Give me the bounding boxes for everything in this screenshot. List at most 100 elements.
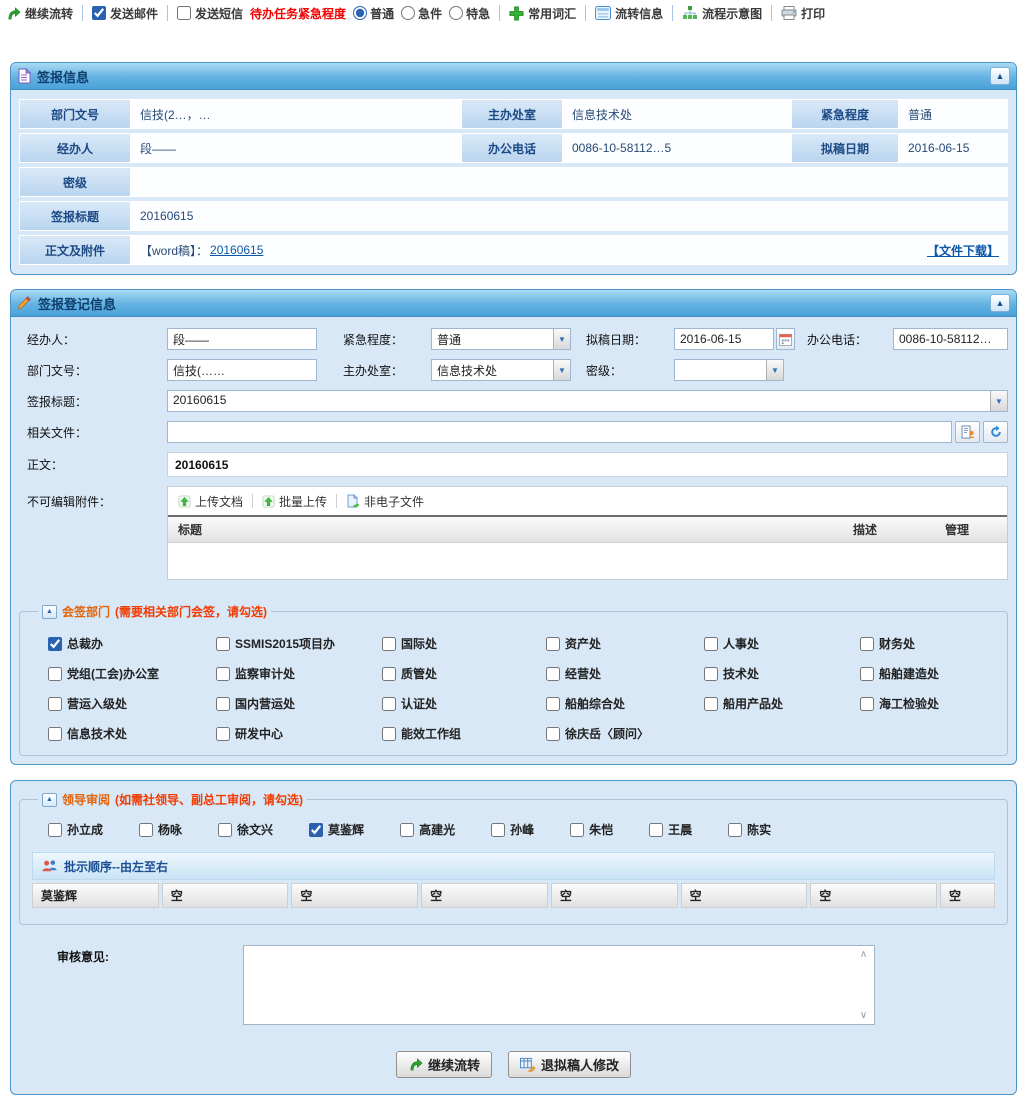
dept-checkbox-input[interactable] bbox=[704, 697, 718, 711]
leader-checkbox-input[interactable] bbox=[491, 823, 505, 837]
flow-diagram-button[interactable]: 流程示意图 bbox=[682, 5, 762, 22]
dept-checkbox-input[interactable] bbox=[216, 727, 230, 741]
dept-checkbox-input[interactable] bbox=[546, 697, 560, 711]
word-draft-link[interactable]: 20160615 bbox=[210, 243, 263, 257]
leader-checkbox-input[interactable] bbox=[309, 823, 323, 837]
leader-checkbox-input[interactable] bbox=[649, 823, 663, 837]
leader-checkbox-input[interactable] bbox=[400, 823, 414, 837]
dept-checkbox-input[interactable] bbox=[860, 637, 874, 651]
dept-checkbox[interactable]: 徐庆岳〈顾问〉 bbox=[546, 725, 704, 742]
dept-checkbox-input[interactable] bbox=[546, 667, 560, 681]
dept-checkbox[interactable]: 财务处 bbox=[860, 635, 999, 652]
dept-checkbox-input[interactable] bbox=[546, 637, 560, 651]
upload-doc-button[interactable]: 上传文档 bbox=[178, 493, 243, 510]
collapse-panel-button[interactable] bbox=[990, 294, 1010, 312]
flow-info-button[interactable]: 流转信息 bbox=[595, 5, 663, 22]
continue-flow-button[interactable]: 继续流转 bbox=[6, 5, 73, 22]
urgency-radio-extra-urgent[interactable]: 特急 bbox=[449, 5, 490, 22]
dept-checkbox-input[interactable] bbox=[216, 637, 230, 651]
leader-checkbox[interactable]: 孙立成 bbox=[48, 821, 103, 838]
dept-no-input[interactable] bbox=[167, 359, 317, 381]
common-words-button[interactable]: 常用词汇 bbox=[509, 5, 576, 22]
dept-checkbox-input[interactable] bbox=[704, 637, 718, 651]
dept-checkbox-input[interactable] bbox=[216, 667, 230, 681]
leader-checkbox-input[interactable] bbox=[139, 823, 153, 837]
dept-checkbox[interactable]: 质管处 bbox=[382, 665, 546, 682]
draft-date-input[interactable] bbox=[674, 328, 774, 350]
dept-checkbox-input[interactable] bbox=[382, 727, 396, 741]
collapse-section-button[interactable] bbox=[42, 605, 57, 619]
leader-checkbox-input[interactable] bbox=[728, 823, 742, 837]
dept-checkbox[interactable]: 船舶建造处 bbox=[860, 665, 999, 682]
print-button[interactable]: 打印 bbox=[781, 5, 825, 22]
leader-checkbox[interactable]: 陈实 bbox=[728, 821, 771, 838]
dept-checkbox[interactable]: 认证处 bbox=[382, 695, 546, 712]
dept-checkbox[interactable]: 国际处 bbox=[382, 635, 546, 652]
dept-checkbox[interactable]: 党组(工会)办公室 bbox=[48, 665, 216, 682]
dept-checkbox[interactable]: 营运入级处 bbox=[48, 695, 216, 712]
dept-checkbox-input[interactable] bbox=[48, 727, 62, 741]
handler-input[interactable] bbox=[167, 328, 317, 350]
dept-checkbox-input[interactable] bbox=[382, 667, 396, 681]
phone-input[interactable] bbox=[893, 328, 1008, 350]
dept-checkbox-input[interactable] bbox=[216, 697, 230, 711]
leader-checkbox[interactable]: 王晨 bbox=[649, 821, 692, 838]
non-electronic-file-button[interactable]: 非电子文件 bbox=[346, 493, 424, 510]
dept-checkbox[interactable]: 资产处 bbox=[546, 635, 704, 652]
dept-checkbox[interactable]: 经营处 bbox=[546, 665, 704, 682]
dept-checkbox[interactable]: 人事处 bbox=[704, 635, 860, 652]
leader-checkbox-input[interactable] bbox=[570, 823, 584, 837]
urgency-radio-input[interactable] bbox=[401, 6, 415, 20]
file-download-link[interactable]: 【文件下载】 bbox=[927, 242, 999, 259]
dept-checkbox[interactable]: 研发中心 bbox=[216, 725, 382, 742]
review-opinion-textarea[interactable] bbox=[244, 946, 874, 1024]
send-sms-checkbox[interactable]: 发送短信 bbox=[177, 5, 243, 22]
body-value[interactable]: 20160615 bbox=[167, 452, 1008, 477]
dept-checkbox[interactable]: 技术处 bbox=[704, 665, 860, 682]
chevron-down-icon[interactable] bbox=[553, 329, 570, 349]
related-file-input[interactable] bbox=[167, 421, 952, 443]
urgency-radio-normal[interactable]: 普通 bbox=[353, 5, 394, 22]
chevron-down-icon[interactable] bbox=[766, 360, 783, 380]
urgency-radio-input[interactable] bbox=[449, 6, 463, 20]
dept-checkbox-input[interactable] bbox=[382, 637, 396, 651]
dept-checkbox[interactable]: 国内营运处 bbox=[216, 695, 382, 712]
dept-checkbox[interactable]: 能效工作组 bbox=[382, 725, 546, 742]
dept-checkbox-input[interactable] bbox=[860, 667, 874, 681]
leader-checkbox[interactable]: 孙峰 bbox=[491, 821, 534, 838]
dept-checkbox-input[interactable] bbox=[48, 667, 62, 681]
refresh-icon[interactable] bbox=[983, 421, 1008, 443]
return-to-drafter-button[interactable]: 退拟稿人修改 bbox=[508, 1051, 631, 1078]
urgency-radio-urgent[interactable]: 急件 bbox=[401, 5, 442, 22]
urgency-select[interactable]: 普通 bbox=[431, 328, 571, 350]
dept-checkbox[interactable]: 船用产品处 bbox=[704, 695, 860, 712]
continue-flow-button[interactable]: 继续流转 bbox=[396, 1051, 492, 1078]
dept-checkbox[interactable]: 总裁办 bbox=[48, 635, 216, 652]
leader-checkbox[interactable]: 杨咏 bbox=[139, 821, 182, 838]
leader-checkbox[interactable]: 高建光 bbox=[400, 821, 455, 838]
chevron-down-icon[interactable] bbox=[553, 360, 570, 380]
dept-checkbox-input[interactable] bbox=[860, 697, 874, 711]
dept-checkbox[interactable]: SSMIS2015项目办 bbox=[216, 635, 382, 652]
urgency-radio-input[interactable] bbox=[353, 6, 367, 20]
report-title-combo[interactable]: 20160615 bbox=[167, 390, 1008, 412]
collapse-panel-button[interactable] bbox=[990, 67, 1010, 85]
batch-upload-button[interactable]: 批量上传 bbox=[262, 493, 327, 510]
dept-checkbox-input[interactable] bbox=[704, 667, 718, 681]
dept-checkbox[interactable]: 船舶综合处 bbox=[546, 695, 704, 712]
send-sms-input[interactable] bbox=[177, 6, 191, 20]
dept-checkbox[interactable]: 海工检验处 bbox=[860, 695, 999, 712]
host-office-select[interactable]: 信息技术处 bbox=[431, 359, 571, 381]
dept-checkbox-input[interactable] bbox=[48, 697, 62, 711]
dept-checkbox-input[interactable] bbox=[48, 637, 62, 651]
leader-checkbox[interactable]: 莫鉴辉 bbox=[309, 821, 364, 838]
dept-checkbox[interactable]: 监察审计处 bbox=[216, 665, 382, 682]
send-email-checkbox[interactable]: 发送邮件 bbox=[92, 5, 158, 22]
dept-checkbox-input[interactable] bbox=[546, 727, 560, 741]
dept-checkbox-input[interactable] bbox=[382, 697, 396, 711]
leader-checkbox-input[interactable] bbox=[48, 823, 62, 837]
collapse-section-button[interactable] bbox=[42, 793, 57, 807]
dept-checkbox[interactable]: 信息技术处 bbox=[48, 725, 216, 742]
calendar-icon[interactable] bbox=[776, 328, 795, 350]
leader-checkbox[interactable]: 徐文兴 bbox=[218, 821, 273, 838]
